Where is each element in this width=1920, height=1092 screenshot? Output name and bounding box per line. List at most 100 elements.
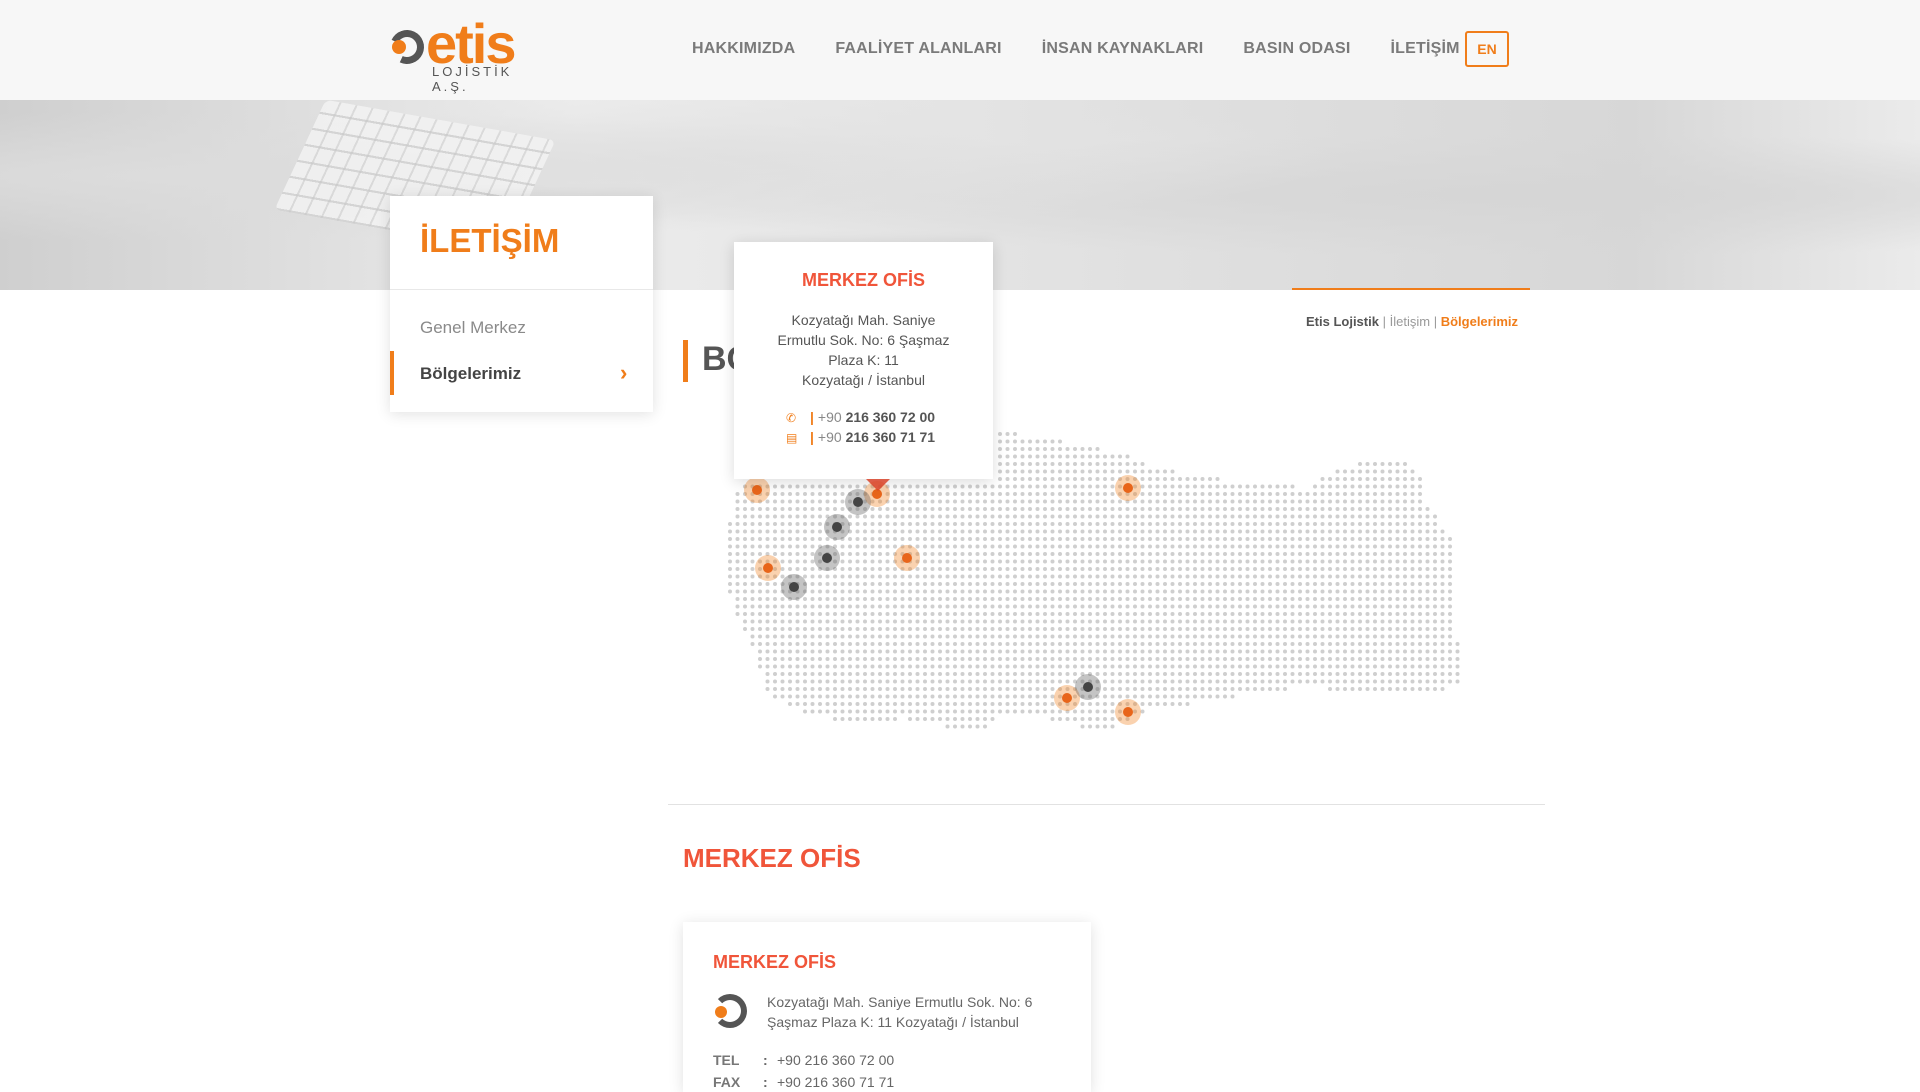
map-dot: [1320, 529, 1325, 534]
depot-marker-icon[interactable]: [789, 582, 799, 592]
map-dot: [1163, 672, 1167, 676]
map-dot: [1245, 664, 1250, 669]
map-dot: [1230, 484, 1235, 489]
depot-marker-halo[interactable]: [845, 489, 871, 515]
language-button[interactable]: EN: [1465, 31, 1509, 67]
map-dot: [1230, 499, 1235, 504]
map-dot: [1028, 492, 1032, 496]
map-dot: [945, 529, 950, 534]
map-dot: [975, 702, 980, 706]
depot-marker-icon[interactable]: [832, 522, 842, 532]
depot-marker-halo[interactable]: [814, 545, 840, 571]
sidebar-item-bolgelerimiz[interactable]: Bölgelerimiz: [420, 364, 521, 384]
map-dot: [1005, 514, 1010, 519]
sidebar-item-genel-merkez[interactable]: Genel Merkez: [420, 318, 526, 338]
map-dot: [773, 522, 777, 526]
map-dot: [885, 619, 890, 624]
branch-marker-halo[interactable]: [894, 545, 920, 571]
branch-marker-icon[interactable]: [1123, 707, 1133, 717]
map-dot: [1080, 559, 1085, 564]
branch-marker-halo[interactable]: [755, 555, 781, 581]
map-dot: [1185, 499, 1190, 504]
branch-marker-halo[interactable]: [744, 477, 770, 503]
map-dot: [1245, 657, 1250, 661]
branch-marker-icon[interactable]: [902, 553, 912, 563]
map-dot: [1035, 604, 1040, 609]
map-dot: [1043, 604, 1047, 609]
map-dot: [1080, 709, 1085, 714]
map-dot: [825, 634, 830, 639]
map-dot: [863, 552, 867, 556]
office-tel[interactable]: +90 216 360 72 00: [777, 1052, 894, 1068]
breadcrumb-parent[interactable]: İletişim: [1390, 314, 1430, 329]
etis-logo[interactable]: etis LOJİSTİK A.Ş.: [385, 16, 538, 94]
map-dot: [1020, 499, 1025, 504]
branch-marker-halo[interactable]: [1115, 699, 1141, 725]
map-dot: [840, 537, 845, 541]
map-dot: [1193, 694, 1197, 699]
map-dot: [1298, 522, 1302, 526]
map-dot: [1140, 484, 1145, 489]
depot-marker-icon[interactable]: [822, 553, 832, 563]
map-dot: [1238, 567, 1242, 571]
map-dot: [930, 484, 935, 489]
nav-faaliyet-alanlari[interactable]: FAALİYET ALANLARI: [835, 40, 1001, 58]
map-dot: [923, 574, 927, 579]
map-dot: [930, 589, 935, 594]
map-dot: [1005, 709, 1010, 714]
map-dot: [923, 709, 927, 714]
map-dot: [893, 544, 897, 549]
map-dot: [1073, 507, 1077, 511]
map-dot: [1313, 679, 1317, 684]
map-dot: [855, 612, 860, 616]
depot-marker-halo[interactable]: [824, 514, 850, 540]
branch-marker-halo[interactable]: [1115, 475, 1141, 501]
map-dot: [1013, 492, 1017, 496]
map-dot: [1118, 702, 1122, 706]
nav-basin-odasi[interactable]: BASIN ODASI: [1243, 40, 1350, 58]
map-dot: [1140, 559, 1145, 564]
map-dot: [773, 634, 777, 639]
nav-insan-kaynaklari[interactable]: İNSAN KAYNAKLARI: [1042, 40, 1204, 58]
popup-phone[interactable]: 216 360 72 00: [846, 409, 936, 425]
map-dot: [1298, 537, 1302, 541]
nav-iletisim[interactable]: İLETİŞİM: [1391, 40, 1460, 58]
map-dot: [1403, 649, 1407, 654]
map-dot: [1178, 522, 1182, 526]
map-dot: [1268, 507, 1272, 511]
map-dot: [1133, 709, 1137, 714]
depot-marker-halo[interactable]: [1075, 674, 1101, 700]
map-dot: [1020, 657, 1025, 661]
map-dot: [1058, 679, 1062, 684]
branch-marker-icon[interactable]: [1123, 483, 1133, 493]
map-dot: [1335, 477, 1340, 481]
map-dot: [923, 492, 927, 496]
nav-hakkimizda[interactable]: HAKKIMIZDA: [692, 40, 795, 58]
map-dot: [810, 492, 815, 496]
map-dot: [1193, 559, 1197, 564]
depot-marker-halo[interactable]: [781, 574, 807, 600]
map-dot: [908, 612, 912, 616]
map-dot: [1148, 567, 1152, 571]
map-dot: [1193, 522, 1197, 526]
map-dot: [1140, 642, 1145, 646]
map-dot: [1245, 634, 1250, 639]
map-dot: [1410, 657, 1415, 661]
map-dot: [1320, 552, 1325, 556]
map-dot: [1170, 642, 1175, 646]
map-dot: [1223, 672, 1227, 676]
map-dot: [953, 484, 957, 489]
map-dot: [1200, 559, 1205, 564]
depot-marker-icon[interactable]: [1083, 682, 1093, 692]
map-dot: [863, 627, 867, 631]
map-dot: [773, 559, 777, 564]
map-dot: [1013, 619, 1017, 624]
branch-marker-icon[interactable]: [752, 485, 762, 495]
map-dot: [1343, 469, 1347, 474]
branch-marker-icon[interactable]: [1062, 693, 1072, 703]
depot-marker-icon[interactable]: [853, 497, 863, 507]
branch-marker-halo[interactable]: [1054, 685, 1080, 711]
branch-marker-icon[interactable]: [763, 563, 773, 573]
breadcrumb-home[interactable]: Etis Lojistik: [1306, 314, 1379, 329]
map-dot: [1275, 582, 1280, 586]
